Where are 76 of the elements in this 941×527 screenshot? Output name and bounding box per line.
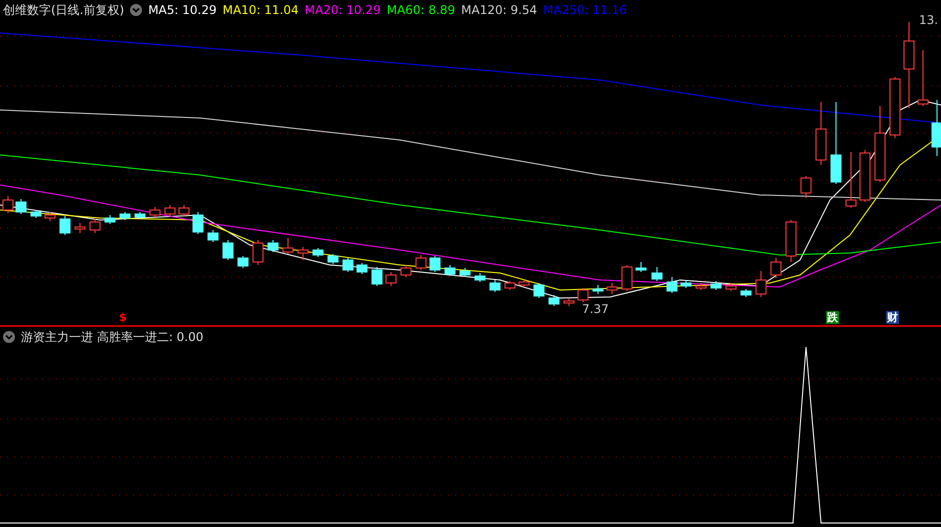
candlestick	[932, 100, 941, 156]
candlestick	[252, 240, 264, 266]
ma-value: MA120: 9.54	[461, 3, 538, 17]
candlestick	[504, 280, 516, 290]
candlestick	[534, 282, 544, 298]
candlestick	[16, 198, 26, 214]
event-marker[interactable]: 财	[886, 311, 899, 324]
candlestick	[238, 256, 248, 268]
candlestick	[518, 280, 530, 288]
candlestick	[860, 150, 870, 202]
indicator-title: 游资主力一进 高胜率一进二: 0.00	[21, 328, 204, 346]
candlestick	[342, 258, 354, 272]
candlestick	[444, 264, 456, 276]
candlestick	[356, 262, 368, 274]
candlestick	[430, 256, 440, 272]
low-price-label: 7.37	[582, 302, 609, 316]
candlestick	[222, 240, 234, 260]
chart-title: 创维数字(日线.前复权)	[3, 2, 124, 18]
high-price-label: 13.	[919, 13, 938, 27]
candlestick	[890, 76, 900, 138]
candlestick	[680, 280, 692, 288]
ma-value: MA5: 10.29	[148, 3, 217, 17]
candlestick	[474, 272, 486, 282]
candlestick	[178, 204, 190, 216]
candlestick	[44, 212, 56, 222]
event-marker[interactable]: $	[118, 311, 128, 324]
candlestick	[416, 254, 426, 270]
candlestick	[282, 238, 294, 254]
candlestick	[578, 288, 588, 302]
dropdown-icon[interactable]	[130, 4, 142, 16]
candlestick	[564, 298, 574, 306]
candlestick	[104, 214, 116, 224]
candlestick	[60, 216, 70, 236]
candlestick	[756, 270, 766, 298]
candlestick	[786, 220, 796, 262]
candlestick	[800, 176, 812, 198]
candlestick	[770, 258, 782, 278]
candlestick	[918, 50, 928, 106]
candlestick	[386, 272, 396, 286]
candlestick	[208, 230, 218, 242]
candlestick	[622, 264, 632, 292]
candlestick	[120, 212, 130, 220]
candlestick	[666, 276, 678, 294]
candlestick	[164, 204, 176, 216]
candlestick	[726, 282, 736, 292]
candlestick	[548, 294, 560, 306]
candlestick	[2, 196, 14, 214]
candlestick	[372, 266, 382, 286]
candlestick	[636, 262, 646, 272]
event-marker[interactable]: 跌	[826, 311, 839, 324]
candlestick	[460, 268, 470, 278]
candlestick	[192, 212, 204, 234]
candlestick	[134, 212, 146, 220]
candlestick	[592, 284, 604, 294]
ma-value: MA10: 11.04	[222, 3, 299, 17]
dropdown-icon[interactable]	[3, 331, 15, 343]
candlestick	[652, 266, 662, 282]
candlestick	[268, 240, 278, 252]
candlestick	[606, 282, 618, 294]
candlestick	[328, 254, 338, 264]
candlestick	[816, 102, 826, 166]
candlestick	[740, 288, 752, 298]
candlestick	[90, 218, 100, 234]
candlestick	[490, 280, 500, 292]
candlestick	[710, 280, 722, 290]
ma-value: MA250: 11.16	[543, 3, 627, 17]
candlestick	[312, 248, 324, 258]
candlestick	[298, 246, 308, 260]
candlestick	[150, 206, 160, 218]
candlestick	[696, 282, 706, 290]
ma-value: MA60: 8.89	[386, 3, 456, 17]
candlestick	[74, 222, 86, 234]
ma-value: MA20: 10.29	[304, 3, 381, 17]
candlestick	[30, 210, 42, 218]
candlestick	[400, 264, 412, 278]
candlestick	[846, 152, 856, 208]
